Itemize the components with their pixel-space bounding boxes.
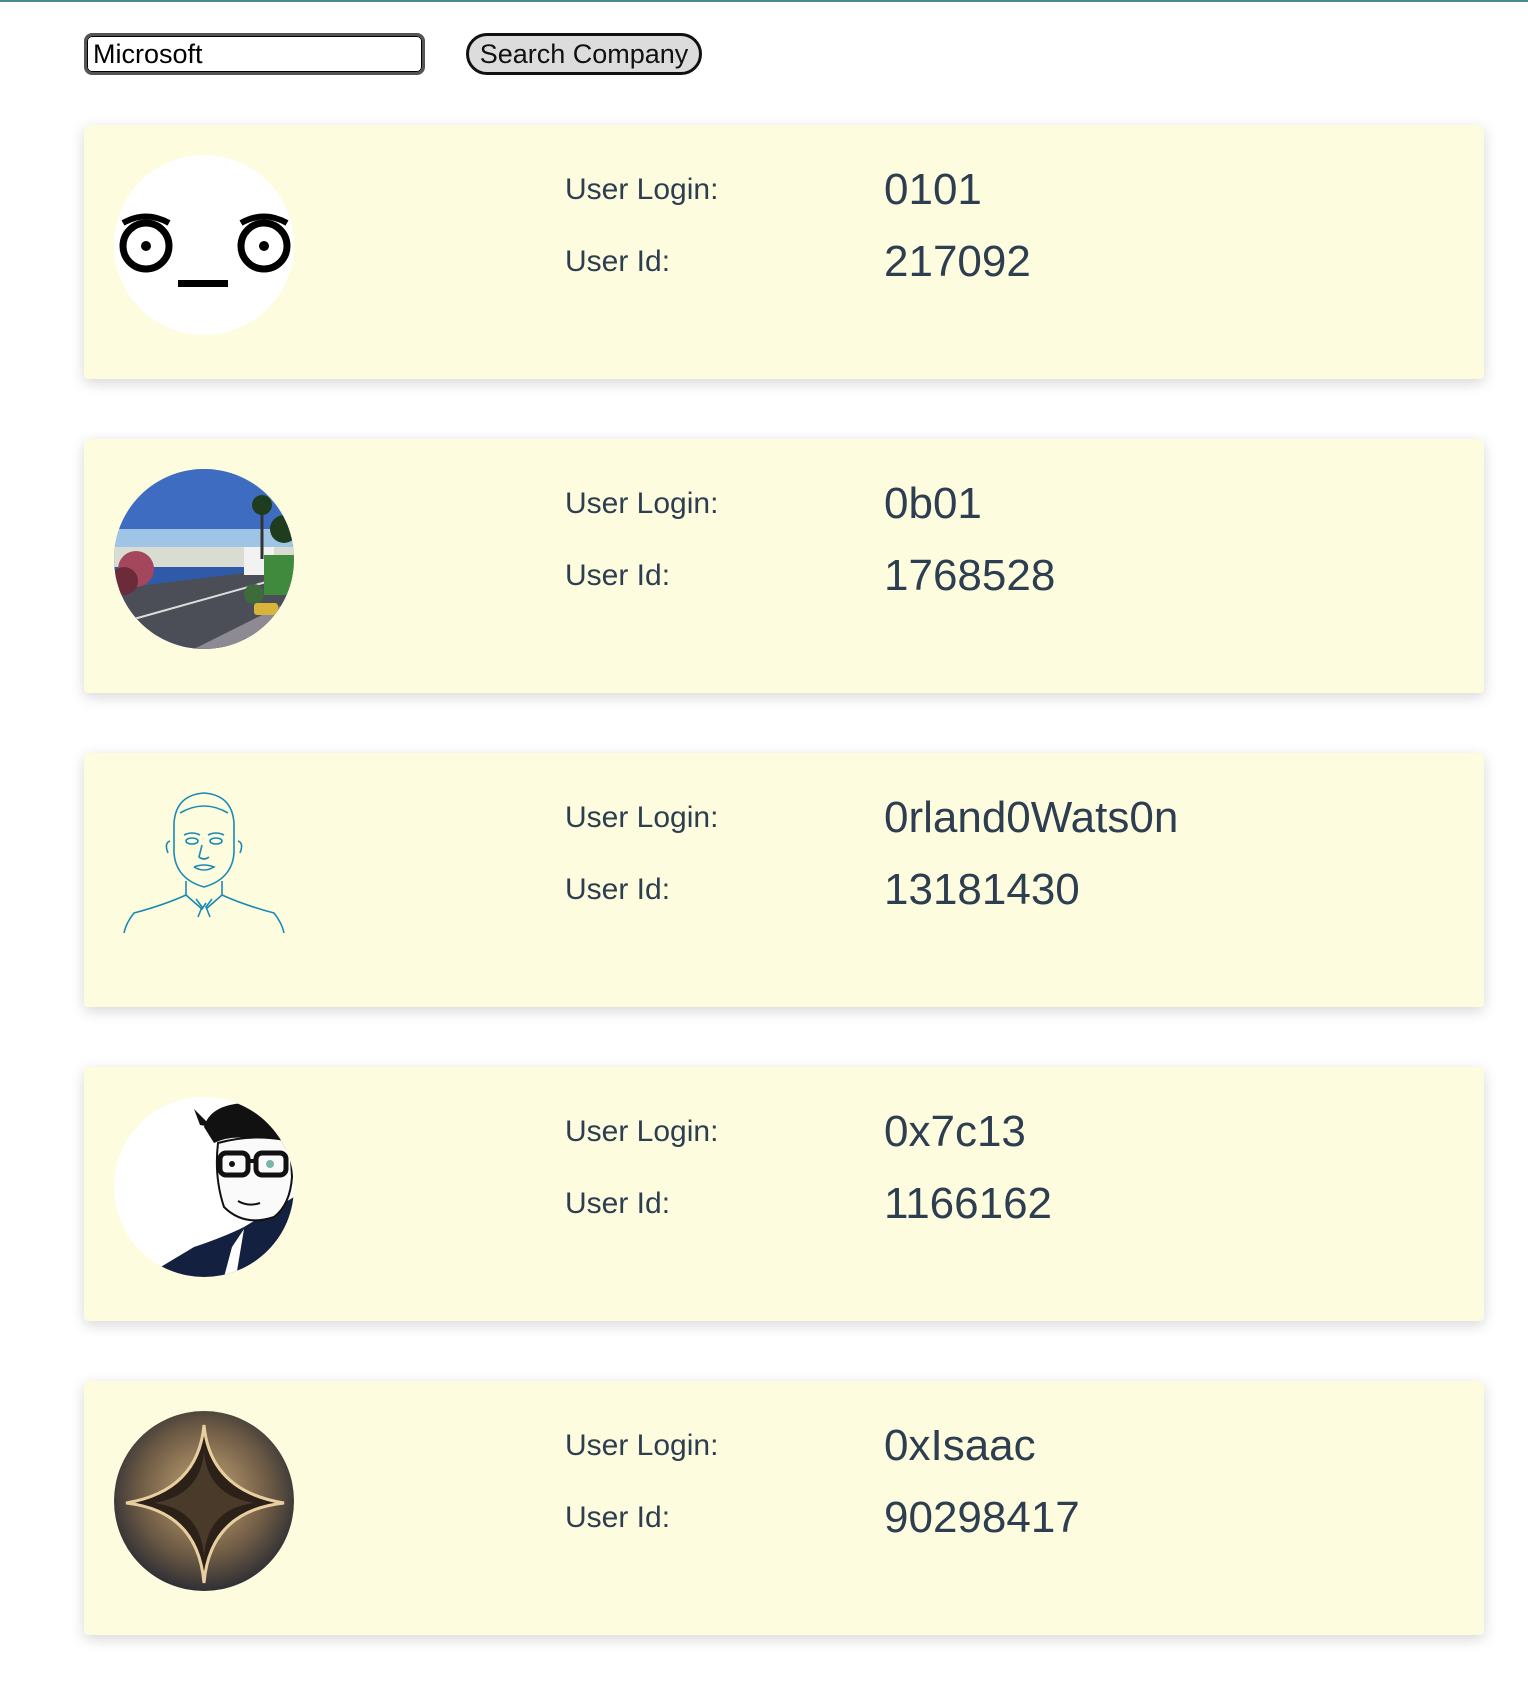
- user-login-value: 0b01: [884, 479, 982, 528]
- user-card: User Login: 0x7c13 User Id: 1166162: [84, 1067, 1484, 1321]
- top-border: [0, 0, 1528, 2]
- user-card: User Login: 0101 User Id: 217092: [84, 125, 1484, 379]
- user-login-label: User Login:: [565, 173, 719, 206]
- user-id-value: 1768528: [884, 551, 1056, 600]
- metal-star-emblem-avatar: [114, 1411, 294, 1591]
- search-company-button[interactable]: Search Company: [466, 33, 702, 75]
- glasses-cartoon-avatar: [114, 1097, 294, 1277]
- search-bar: Search Company: [84, 32, 702, 76]
- user-login-value: 0rland0Wats0n: [884, 793, 1179, 842]
- user-list: User Login: 0101 User Id: 217092 User Lo…: [84, 125, 1484, 1695]
- beach-road-avatar: [114, 469, 294, 649]
- user-id-value: 1166162: [884, 1179, 1053, 1228]
- user-id-label: User Id:: [565, 245, 671, 278]
- user-card: User Login: 0xIsaac User Id: 90298417: [84, 1381, 1484, 1635]
- company-search-input[interactable]: [84, 33, 425, 75]
- user-login-label: User Login:: [565, 801, 719, 834]
- user-card: User Login: 0b01 User Id: 1768528: [84, 439, 1484, 693]
- line-sketch-portrait-avatar: [114, 783, 294, 963]
- user-id-value: 217092: [884, 237, 1031, 286]
- disapproval-face-avatar: [114, 155, 294, 335]
- user-id-label: User Id:: [565, 1501, 671, 1534]
- user-id-value: 13181430: [884, 865, 1080, 914]
- user-login-value: 0x7c13: [884, 1107, 1026, 1156]
- user-login-label: User Login:: [565, 487, 719, 520]
- user-login-value: 0101: [884, 165, 982, 214]
- user-id-label: User Id:: [565, 873, 671, 906]
- user-id-value: 90298417: [884, 1493, 1080, 1542]
- user-card: User Login: 0rland0Wats0n User Id: 13181…: [84, 753, 1484, 1007]
- user-id-label: User Id:: [565, 559, 671, 592]
- user-login-label: User Login:: [565, 1429, 719, 1462]
- user-id-label: User Id:: [565, 1187, 671, 1220]
- user-login-value: 0xIsaac: [884, 1421, 1036, 1470]
- user-login-label: User Login:: [565, 1115, 719, 1148]
